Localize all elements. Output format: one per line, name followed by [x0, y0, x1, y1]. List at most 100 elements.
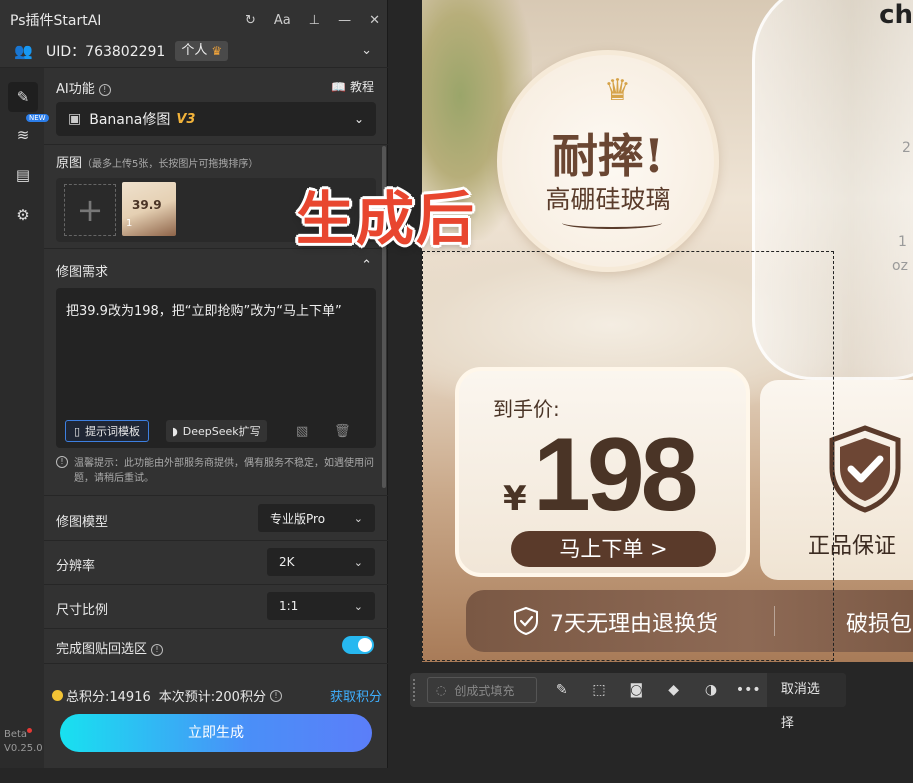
gear-icon: ⚙: [16, 206, 30, 224]
mask-icon[interactable]: ◙: [618, 673, 655, 707]
ai-model-value: Banana修图: [89, 112, 171, 128]
badge-headline: 耐摔!: [551, 129, 665, 183]
history-icon[interactable]: ▧: [296, 424, 308, 439]
layers-tool-button[interactable]: ≋ NEW: [8, 114, 49, 150]
more-icon[interactable]: •••: [730, 673, 767, 707]
pin-icon[interactable]: ⊥: [309, 13, 320, 28]
toggle-knob: [358, 638, 372, 652]
account-row[interactable]: 👥 UID：763802291 个人 ♛ ⌄: [0, 34, 388, 68]
source-thumbnail[interactable]: 39.9 1: [122, 182, 176, 236]
paste-back-label: 完成图贴回选区: [56, 642, 148, 657]
coin-icon: [52, 690, 63, 701]
tutorial-label: 教程: [349, 80, 374, 94]
tutorial-link[interactable]: 📖 教程: [331, 78, 374, 95]
paste-back-heading: 完成图贴回选区!: [56, 638, 164, 657]
settings-button[interactable]: ⚙: [8, 200, 38, 230]
deselect-button[interactable]: 取消选择: [766, 673, 846, 731]
marquee-selection[interactable]: [422, 251, 834, 661]
deepseek-expand-button[interactable]: ◗ DeepSeek扩写: [166, 420, 267, 442]
divider: [44, 144, 388, 145]
chevron-up-icon[interactable]: ⌃: [361, 258, 372, 273]
badge-swoosh: [562, 217, 662, 229]
edit-request-heading: 修图需求: [56, 265, 109, 280]
info-icon: !: [56, 456, 68, 468]
image-icon: ▣: [68, 111, 82, 127]
info-icon[interactable]: !: [269, 689, 282, 702]
beta-dot: [27, 728, 33, 733]
deepseek-icon: ◗: [172, 424, 178, 438]
resolution-select[interactable]: 2K ⌄: [267, 548, 375, 576]
document-icon: ▤: [15, 166, 31, 184]
book-icon: 📖: [331, 79, 346, 94]
model-version-tag: V3: [176, 111, 196, 127]
shield-check-icon: [829, 425, 901, 513]
generative-fill-button[interactable]: ◌ 创成式填充: [426, 677, 538, 703]
get-points-link[interactable]: 获取积分: [330, 686, 382, 705]
ai-model-select[interactable]: ▣ Banana修图 V3 ⌄: [56, 102, 376, 136]
pencil-icon: ✎: [16, 88, 30, 106]
users-icon: 👥: [14, 41, 33, 60]
edit-model-select[interactable]: 专业版Pro ⌄: [258, 504, 375, 532]
resolution-value: 2K: [279, 555, 295, 569]
deepseek-label: DeepSeek扩写: [182, 425, 261, 438]
font-size-icon[interactable]: Aa: [274, 13, 291, 28]
glass-mark-1: 2: [902, 140, 911, 156]
edit-tool-button[interactable]: ✎: [8, 82, 38, 112]
chevron-down-icon: ⌄: [353, 511, 363, 525]
ratio-select[interactable]: 1:1 ⌄: [267, 592, 375, 620]
points-row: 总积分:14916 本次预计:200积分 ! 获取积分: [52, 686, 382, 705]
thumb-price: 39.9: [132, 198, 162, 212]
chevron-down-icon[interactable]: ⌄: [361, 43, 372, 58]
prompt-template-button[interactable]: ▯ 提示词模板: [65, 420, 150, 442]
ai-function-label: AI功能: [56, 82, 95, 97]
minimize-icon[interactable]: —: [338, 13, 351, 28]
feature-badge: ♛ 耐摔! 高硼硅玻璃: [497, 50, 719, 272]
paste-back-toggle[interactable]: [342, 636, 374, 654]
divider: [44, 540, 388, 541]
info-icon[interactable]: !: [151, 643, 164, 656]
edit-model-value: 专业版Pro: [270, 511, 326, 526]
adjustment-icon[interactable]: ◑: [692, 673, 729, 707]
service-notice-text: 温馨提示：此功能由外部服务商提供，偶有服务不稳定，如遇使用问题，请稍后重试。: [74, 458, 374, 484]
info-icon[interactable]: !: [98, 83, 111, 96]
fill-bucket-icon[interactable]: ◆: [655, 673, 692, 707]
ai-function-heading: AI功能!: [56, 78, 111, 97]
docs-tool-button[interactable]: ▤: [8, 160, 38, 190]
divider: [44, 663, 388, 664]
generative-fill-label: 创成式填充: [454, 683, 515, 698]
brand-fragment: ch: [879, 0, 913, 30]
canvas-document[interactable]: ch 2 1 oz ♛ 耐摔! 高硼硅玻璃 到手价: ¥ 198 马上下单 > …: [422, 0, 913, 662]
glass-mark-3: oz: [892, 258, 908, 274]
chevron-down-icon: ⌄: [353, 112, 364, 126]
tier-badge: 个人 ♛: [175, 40, 229, 61]
brush-icon[interactable]: ✎: [543, 673, 580, 707]
drag-handle[interactable]: [413, 679, 421, 701]
edit-request-textarea[interactable]: 把39.9改为198，把“立即抢购”改为“马上下单” ▯ 提示词模板 ◗ Dee…: [56, 288, 376, 448]
transform-icon[interactable]: ⬚: [580, 673, 617, 707]
source-image-hint: （最多上传5张，长按图片可拖拽排序）: [82, 159, 259, 170]
panel-title: Ps插件StartAI: [10, 13, 102, 29]
close-icon[interactable]: ✕: [369, 13, 380, 28]
badge-subtitle: 高硼硅玻璃: [545, 185, 671, 214]
refresh-icon[interactable]: ↻: [245, 13, 256, 28]
add-image-button[interactable]: +: [64, 184, 116, 236]
beta-version: Beta V0.25.0: [4, 728, 43, 756]
service-notice: ! 温馨提示：此功能由外部服务商提供，偶有服务不稳定，如遇使用问题，请稍后重试。: [56, 456, 376, 486]
startai-plugin-panel: Ps插件StartAI ↻ Aa ⊥ — ✕ 👥 UID：763802291 个…: [0, 0, 388, 768]
new-tag: NEW: [26, 114, 49, 122]
ratio-label: 尺寸比例: [56, 603, 109, 618]
resolution-label: 分辨率: [56, 559, 96, 574]
beta-label: Beta: [4, 729, 28, 740]
generate-button[interactable]: 立即生成: [60, 714, 372, 752]
uid-text: UID：763802291: [46, 43, 166, 60]
contextual-task-bar: ◌ 创成式填充 ✎ ⬚ ◙ ◆ ◑ ••• 取消选择: [410, 673, 846, 731]
damage-text: 破损包: [846, 612, 913, 637]
layers-icon: ≋: [16, 126, 30, 144]
side-rail: ✎ ≋ NEW ▤ ⚙ Beta V0.25.0: [0, 68, 49, 768]
template-icon: ▯: [74, 424, 81, 438]
source-image-label: 原图: [56, 156, 83, 171]
glass-mark-2: 1: [898, 234, 907, 250]
trash-icon[interactable]: 🗑: [334, 424, 351, 439]
crown-icon: ♛: [604, 73, 631, 108]
chevron-down-icon: ⌄: [353, 599, 363, 613]
